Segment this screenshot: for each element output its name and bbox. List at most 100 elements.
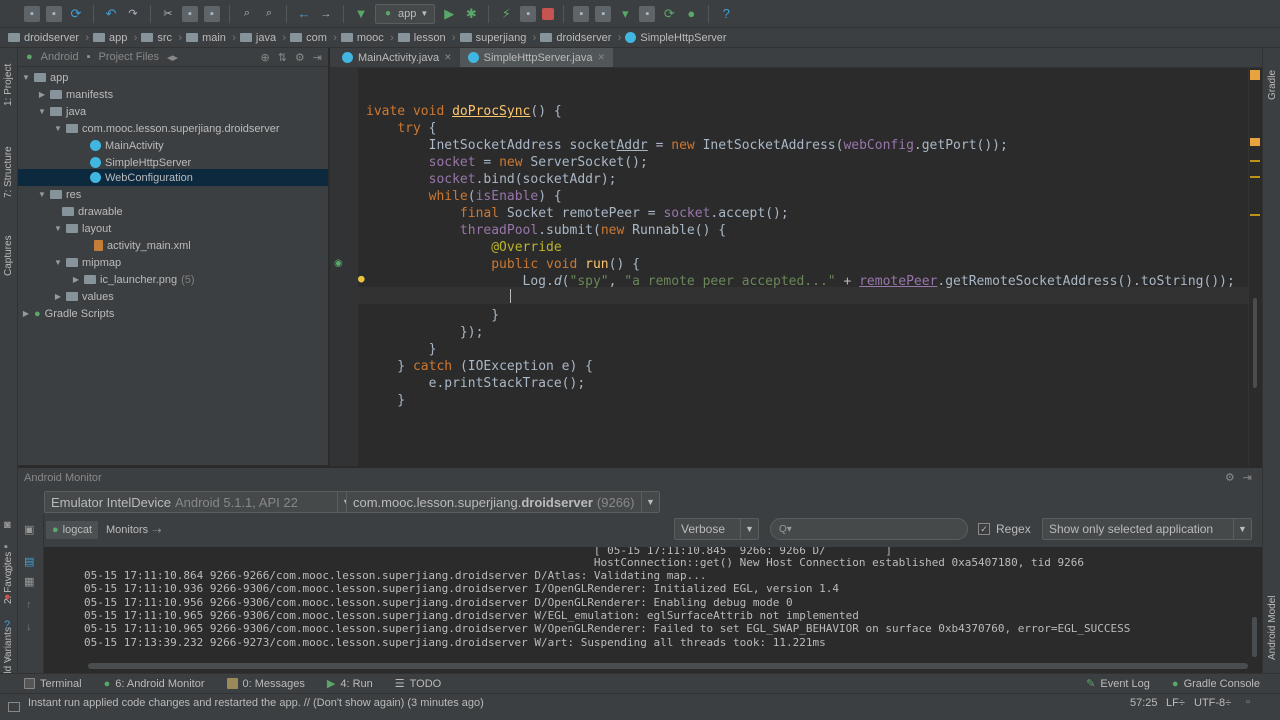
- breadcrumb-item[interactable]: app: [93, 32, 141, 44]
- log-vertical-scrollbar[interactable]: [1248, 547, 1262, 660]
- sync-scroll-icon[interactable]: ⊕: [260, 51, 269, 64]
- tree-node-gradle-scripts[interactable]: ▶ ● Gradle Scripts: [22, 305, 114, 322]
- sdk-manager-icon[interactable]: ▪: [595, 5, 612, 22]
- tree-node-package[interactable]: ▼ com.mooc.lesson.superjiang.droidserver: [54, 120, 279, 137]
- panel-toggle-icon[interactable]: [8, 702, 20, 712]
- attach-debugger-icon[interactable]: ▪: [520, 5, 537, 22]
- view-mode-project-files[interactable]: Project Files: [98, 51, 159, 63]
- breadcrumb-item[interactable]: droidserver: [540, 32, 625, 44]
- breadcrumb-item[interactable]: java: [239, 32, 290, 44]
- cut-icon[interactable]: ✂: [160, 6, 176, 22]
- code-editor[interactable]: ● ivate void doProcSync() { try { InetSo…: [358, 68, 1248, 466]
- cursor-position[interactable]: 57:25: [1130, 697, 1158, 709]
- settings-icon[interactable]: ⚙: [4, 563, 14, 576]
- status-message[interactable]: Instant run applied code changes and res…: [28, 697, 484, 709]
- intention-bulb-icon[interactable]: ●: [358, 272, 365, 285]
- tree-node-app[interactable]: ▼ app: [22, 69, 68, 86]
- view-mode-android[interactable]: Android: [41, 51, 79, 63]
- tree-node-main-activity[interactable]: MainActivity: [90, 137, 164, 154]
- camera-icon[interactable]: ◙: [4, 519, 11, 531]
- breadcrumb-item[interactable]: superjiang: [459, 32, 541, 44]
- tree-node-java[interactable]: ▼ java: [38, 103, 86, 120]
- tree-node-mipmap[interactable]: ▼ mipmap: [54, 254, 121, 271]
- regex-checkbox[interactable]: ✓ Regex: [978, 522, 1031, 536]
- gear-icon[interactable]: ⚙: [295, 51, 305, 64]
- switch-view-icon[interactable]: ◂▸: [167, 51, 178, 64]
- breadcrumb-item[interactable]: main: [186, 32, 240, 44]
- tab-simple-http-server[interactable]: SimpleHttpServer.java ✕: [459, 48, 614, 67]
- tree-node-ic-launcher[interactable]: ▶ ic_launcher.png (5): [72, 271, 195, 288]
- find-icon[interactable]: ⌕: [239, 6, 255, 22]
- breadcrumb-item[interactable]: lesson: [397, 32, 460, 44]
- more-icon[interactable]: »: [4, 653, 10, 665]
- forward-icon[interactable]: →: [318, 6, 334, 22]
- tool-gradle-console[interactable]: ● Gradle Console: [1172, 678, 1280, 690]
- save-all-icon[interactable]: ▪: [46, 5, 62, 22]
- record-icon[interactable]: ▪: [4, 541, 8, 553]
- replace-icon[interactable]: ⌕: [261, 6, 277, 22]
- log-horizontal-scrollbar[interactable]: [44, 660, 1248, 673]
- debug-icon[interactable]: ✱: [463, 6, 479, 22]
- warning-marker[interactable]: [1250, 176, 1260, 178]
- pin-icon[interactable]: ⇢: [152, 524, 161, 537]
- tool-todo[interactable]: ☰ TODO: [395, 677, 441, 691]
- tab-monitors[interactable]: Monitors ⇢: [106, 521, 161, 539]
- tool-run[interactable]: ▶ 4: Run: [327, 677, 373, 691]
- process-select[interactable]: com.mooc.lesson.superjiang. droidserver (…: [346, 491, 660, 513]
- help-icon[interactable]: ?: [718, 6, 734, 22]
- undo-icon[interactable]: ↶: [103, 6, 119, 22]
- breadcrumb-item[interactable]: droidserver: [8, 32, 93, 44]
- device-select[interactable]: Emulator IntelDevice Android 5.1.1, API …: [44, 491, 356, 513]
- breadcrumb-item[interactable]: mooc: [340, 32, 398, 44]
- project-structure-icon[interactable]: ▪: [573, 5, 590, 22]
- tree-node-drawable[interactable]: drawable: [62, 203, 123, 220]
- tab-logcat[interactable]: ● logcat: [46, 521, 99, 539]
- lock-icon[interactable]: ▫: [1246, 696, 1250, 708]
- filter-select[interactable]: Show only selected application ▼: [1042, 518, 1252, 540]
- device-monitor-icon[interactable]: ▪: [639, 5, 656, 22]
- editor-gutter[interactable]: ◉: [330, 68, 358, 466]
- tool-android-monitor[interactable]: ● 6: Android Monitor: [104, 678, 205, 690]
- save-icon[interactable]: ▪: [24, 5, 40, 22]
- collapse-all-icon[interactable]: ⇅: [278, 51, 287, 64]
- apply-changes-icon[interactable]: ⚡: [498, 6, 514, 22]
- tool-messages[interactable]: 0: Messages: [226, 678, 305, 690]
- paste-icon[interactable]: ▪: [204, 5, 220, 22]
- close-icon[interactable]: ✕: [597, 52, 605, 63]
- back-icon[interactable]: ←: [296, 6, 312, 22]
- hide-panel-icon[interactable]: ⇥: [1235, 471, 1262, 484]
- avd-manager-icon[interactable]: ▾: [617, 6, 633, 22]
- close-icon[interactable]: ✕: [444, 52, 452, 63]
- sync-icon[interactable]: ⟳: [68, 6, 84, 22]
- gradle-sync-icon[interactable]: ⟳: [661, 6, 677, 22]
- gear-icon[interactable]: ⚙: [1225, 471, 1235, 484]
- android-device-icon[interactable]: ●: [683, 6, 699, 22]
- log-search-input[interactable]: Q▾: [770, 518, 968, 540]
- make-icon[interactable]: ▼: [353, 6, 369, 22]
- tool-event-log[interactable]: ✎ Event Log: [1086, 677, 1150, 691]
- tab-main-activity[interactable]: MainActivity.java ✕: [334, 48, 460, 67]
- help-icon[interactable]: ?: [4, 619, 10, 631]
- scrollbar-thumb[interactable]: [1253, 298, 1257, 388]
- tree-node-manifests[interactable]: ▶ manifests: [38, 86, 113, 103]
- run-config-select[interactable]: ● app ▼: [375, 3, 436, 24]
- log-level-select[interactable]: Verbose ▼: [674, 518, 759, 540]
- warning-marker[interactable]: [1250, 160, 1260, 162]
- tree-node-web-configuration[interactable]: WebConfiguration: [18, 169, 328, 186]
- tree-node-activity-main[interactable]: activity_main.xml: [94, 237, 191, 254]
- editor-error-stripe[interactable]: [1248, 68, 1262, 466]
- stop-icon[interactable]: ●: [4, 591, 11, 603]
- file-encoding[interactable]: UTF-8÷: [1194, 697, 1231, 709]
- implement-method-icon[interactable]: ◉: [334, 258, 343, 269]
- breadcrumb-item[interactable]: com: [290, 32, 341, 44]
- hide-panel-icon[interactable]: ⇥: [313, 51, 328, 64]
- logcat-output[interactable]: [ 05-15 17:11:10.845 9266: 9266 D/ ] Hos…: [44, 547, 1248, 660]
- copy-icon[interactable]: ▪: [182, 5, 198, 22]
- warning-marker[interactable]: [1250, 214, 1260, 216]
- tree-node-res[interactable]: ▼ res: [38, 186, 81, 203]
- scrollbar-thumb[interactable]: [1252, 617, 1257, 657]
- breadcrumb-item[interactable]: SimpleHttpServer: [625, 32, 740, 44]
- warning-indicator-icon[interactable]: [1250, 70, 1260, 80]
- tree-node-layout[interactable]: ▼ layout: [54, 220, 111, 237]
- redo-icon[interactable]: ↷: [125, 6, 141, 22]
